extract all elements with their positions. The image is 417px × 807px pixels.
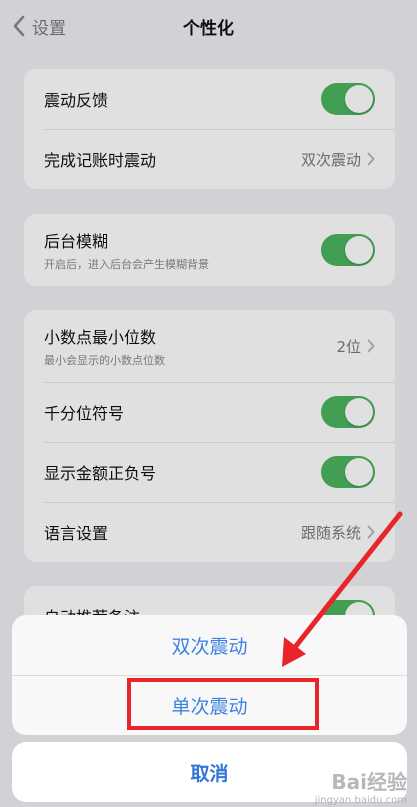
watermark-url: jingyan.baidu.com [314,795,407,806]
watermark: Bai经验 jingyan.baidu.com [315,766,407,806]
watermark-brand: Bai经验 [331,770,407,794]
annotation-arrow-icon [282,511,403,667]
